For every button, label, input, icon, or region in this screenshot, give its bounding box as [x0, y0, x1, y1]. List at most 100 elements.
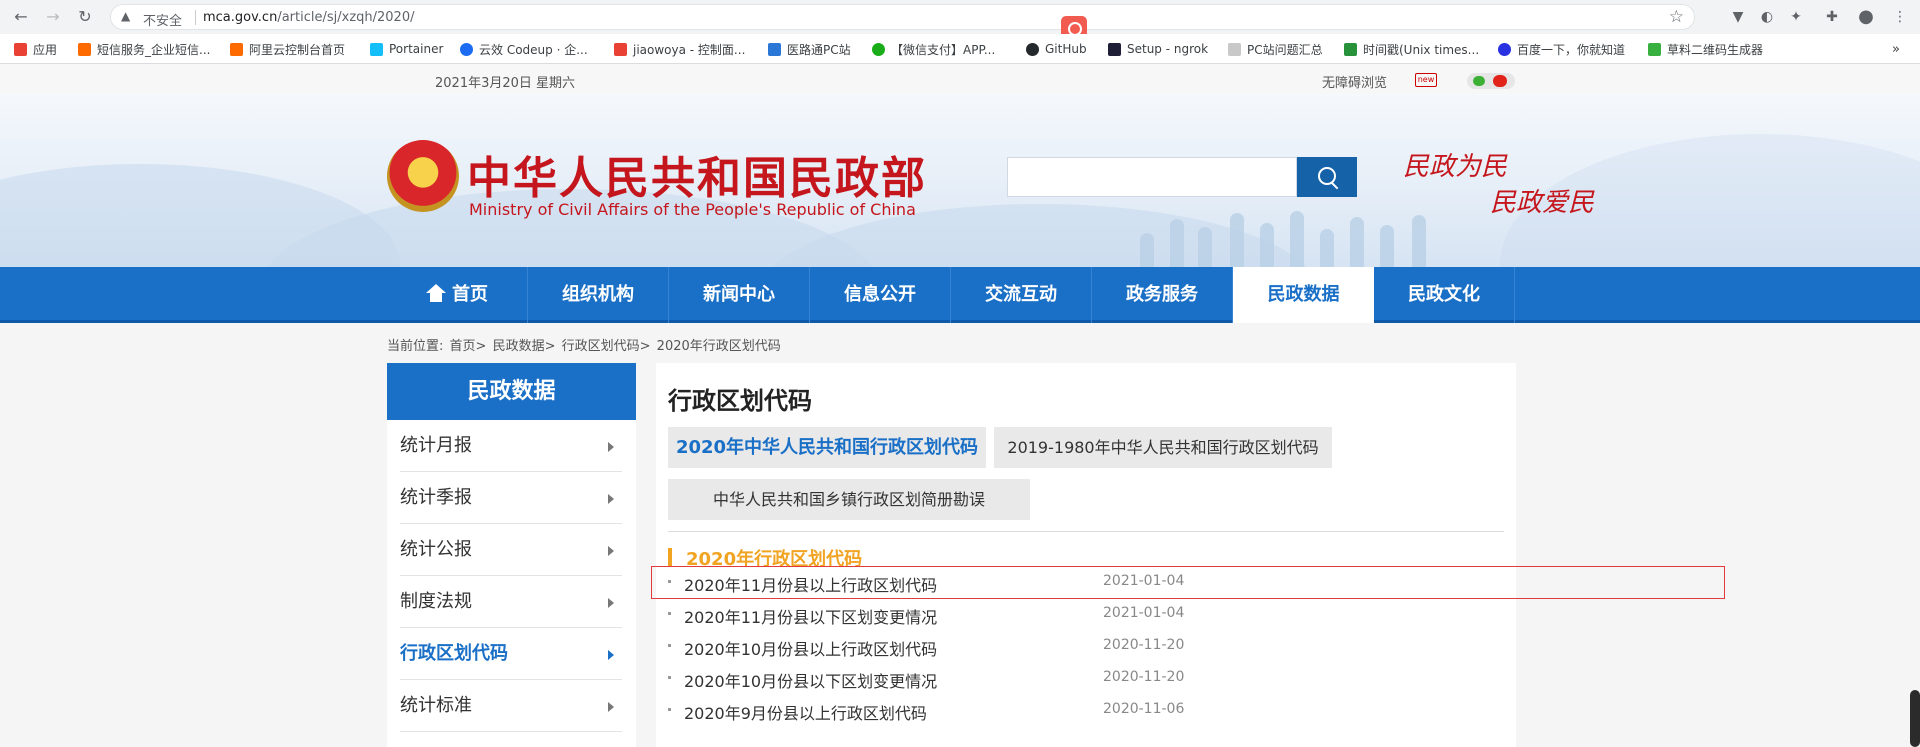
bookmark-star-icon[interactable]: ☆	[1669, 7, 1684, 27]
breadcrumb-prefix: 当前位置:	[387, 339, 444, 354]
person-silhouette	[1198, 227, 1212, 267]
url-text[interactable]: mca.gov.cn/article/sj/xzqh/2020/	[203, 10, 414, 25]
weibo-icon[interactable]	[1493, 75, 1507, 87]
profile-avatar-icon[interactable]: ●	[1856, 7, 1876, 27]
person-silhouette	[1350, 217, 1364, 267]
menu-kebab-icon[interactable]: ⋮	[1890, 7, 1910, 27]
bookmark-apps[interactable]: 应用	[14, 41, 57, 57]
extension-v-icon[interactable]: ▼	[1728, 7, 1748, 27]
sidebar-item-monthly-report[interactable]: 统计月报	[400, 420, 622, 472]
accessibility-link[interactable]: 无障碍浏览	[1322, 72, 1387, 91]
breadcrumb-link[interactable]: 首页>	[450, 339, 487, 354]
slogan-line-2: 民政爱民	[1490, 188, 1595, 218]
tab-2020-codes[interactable]: 2020年中华人民共和国行政区划代码	[668, 427, 986, 468]
list-item[interactable]: 2020年10月份县以下区划变更情况 2020-11-20	[668, 662, 1504, 694]
nav-services[interactable]: 政务服务	[1092, 267, 1233, 323]
scrollbar-thumb[interactable]	[1910, 690, 1920, 747]
site-title[interactable]: 中华人民共和国民政部	[467, 142, 927, 206]
extension-bird-icon[interactable]: ✦	[1786, 7, 1806, 27]
address-bar[interactable]: ▲ 不安全 mca.gov.cn/article/sj/xzqh/2020/ ☆	[110, 4, 1695, 30]
bookmark-label: GitHub	[1045, 42, 1087, 56]
bookmark-item[interactable]: jiaowoya - 控制面...	[614, 41, 745, 57]
list-item[interactable]: 2020年9月份县以上行政区划代码 2020-11-06	[668, 694, 1504, 726]
reload-icon[interactable]: ↻	[74, 6, 96, 28]
chevron-right-icon	[608, 650, 614, 660]
highlight-box	[651, 566, 1725, 599]
bookmark-label: 医路通PC站	[787, 42, 851, 57]
search-button[interactable]	[1297, 157, 1357, 197]
tab-township-errata[interactable]: 中华人民共和国乡镇行政区划简册勘误	[668, 479, 1030, 520]
list-item[interactable]: 2020年11月份县以下区划变更情况 2021-01-04	[668, 598, 1504, 630]
more-bookmarks-icon[interactable]: »	[1892, 41, 1900, 57]
wechat-icon[interactable]	[1473, 76, 1485, 86]
home-icon	[426, 284, 446, 302]
bookmark-item[interactable]: Setup - ngrok	[1108, 41, 1208, 57]
list-item-title[interactable]: 2020年10月份县以下区划变更情况	[684, 668, 937, 692]
nav-info-disclosure[interactable]: 信息公开	[810, 267, 951, 323]
nav-civil-data[interactable]: 民政数据	[1233, 267, 1374, 326]
bookmark-item[interactable]: 阿里云控制台首页	[230, 41, 345, 57]
baidu-icon	[1498, 42, 1511, 56]
search-input[interactable]	[1007, 157, 1297, 197]
bookmark-item[interactable]: 草料二维码生成器	[1648, 41, 1763, 57]
apps-grid-icon	[14, 42, 27, 56]
breadcrumb-link[interactable]: 民政数据>	[493, 339, 556, 354]
bookmark-label: 百度一下，你就知道	[1517, 42, 1626, 57]
bookmark-item[interactable]: 云效 Codeup · 企...	[460, 41, 588, 57]
bookmarks-bar: 应用 短信服务_企业短信... 阿里云控制台首页 Portainer 云效 Co…	[0, 34, 1920, 64]
bookmark-item[interactable]: 医路通PC站	[768, 41, 851, 57]
national-emblem-icon[interactable]	[387, 140, 459, 212]
chevron-right-icon	[608, 494, 614, 504]
bullet-icon	[668, 676, 671, 679]
nav-interaction[interactable]: 交流互动	[951, 267, 1092, 323]
bookmark-item[interactable]: 时间戳(Unix times...	[1344, 41, 1479, 57]
bookmark-item[interactable]: 短信服务_企业短信...	[78, 41, 210, 57]
sidebar-item-regulations[interactable]: 制度法规	[400, 576, 622, 628]
sidebar-item-quarterly-report[interactable]: 统计季报	[400, 472, 622, 524]
list-item-title[interactable]: 2020年10月份县以上行政区划代码	[684, 636, 937, 660]
sidebar-item-label: 统计标准	[400, 695, 472, 716]
breadcrumb-link[interactable]: 行政区划代码>	[562, 339, 651, 354]
site-subtitle: Ministry of Civil Affairs of the People'…	[469, 200, 916, 219]
sidebar-item-statistical-bulletin[interactable]: 统计公报	[400, 524, 622, 576]
extension-disc-icon[interactable]: ◐	[1757, 7, 1777, 27]
sidebar-item-division-codes[interactable]: 行政区划代码	[400, 628, 622, 680]
bookmark-item[interactable]: 百度一下，你就知道	[1498, 41, 1625, 57]
bookmark-label: jiaowoya - 控制面...	[633, 42, 746, 57]
list-item-date: 2021-01-04	[1103, 605, 1185, 621]
bookmark-label: 应用	[33, 42, 58, 57]
extensions-puzzle-icon[interactable]: ✚	[1822, 7, 1842, 27]
bookmark-label: 草料二维码生成器	[1667, 42, 1764, 57]
chevron-right-icon	[608, 546, 614, 556]
forward-icon[interactable]: →	[42, 6, 64, 28]
breadcrumb-current[interactable]: 2020年行政区划代码	[657, 339, 781, 354]
warning-icon[interactable]: ▲	[121, 9, 130, 23]
list-item-date: 2020-11-20	[1103, 669, 1185, 685]
ngrok-icon	[1108, 42, 1121, 56]
portainer-icon	[370, 42, 383, 56]
bookmark-item[interactable]: PC站问题汇总	[1228, 41, 1323, 57]
chevron-right-icon	[608, 442, 614, 452]
bookmark-item[interactable]: GitHub	[1026, 41, 1087, 57]
bookmark-item[interactable]: Portainer	[370, 41, 443, 57]
bookmark-item[interactable]: 【微信支付】APP...	[872, 41, 995, 57]
page-title: 行政区划代码	[668, 387, 812, 415]
sidebar-item-label: 统计季报	[400, 487, 472, 508]
back-icon[interactable]: ←	[10, 6, 32, 28]
yilutong-icon	[768, 42, 781, 56]
sidebar-item-statistical-standards[interactable]: 统计标准	[400, 680, 622, 732]
list-item[interactable]: 2020年10月份县以上行政区划代码 2020-11-20	[668, 630, 1504, 662]
tab-2019-1980-codes[interactable]: 2019-1980年中华人民共和国行政区划代码	[994, 427, 1332, 468]
list-item-title[interactable]: 2020年11月份县以下区划变更情况	[684, 604, 937, 628]
browser-toolbar: ← → ↻ ▲ 不安全 mca.gov.cn/article/sj/xzqh/2…	[0, 0, 1920, 34]
new-badge[interactable]: new	[1415, 73, 1437, 87]
nav-organization[interactable]: 组织机构	[528, 267, 669, 323]
nav-culture[interactable]: 民政文化	[1374, 267, 1515, 323]
qrcode-icon	[1648, 42, 1661, 56]
url-host: mca.gov.cn	[203, 10, 278, 25]
security-label[interactable]: 不安全	[143, 10, 182, 29]
chevron-right-icon	[608, 598, 614, 608]
list-item-title[interactable]: 2020年9月份县以上行政区划代码	[684, 700, 927, 724]
nav-news[interactable]: 新闻中心	[669, 267, 810, 323]
nav-home[interactable]: 首页	[387, 267, 528, 323]
